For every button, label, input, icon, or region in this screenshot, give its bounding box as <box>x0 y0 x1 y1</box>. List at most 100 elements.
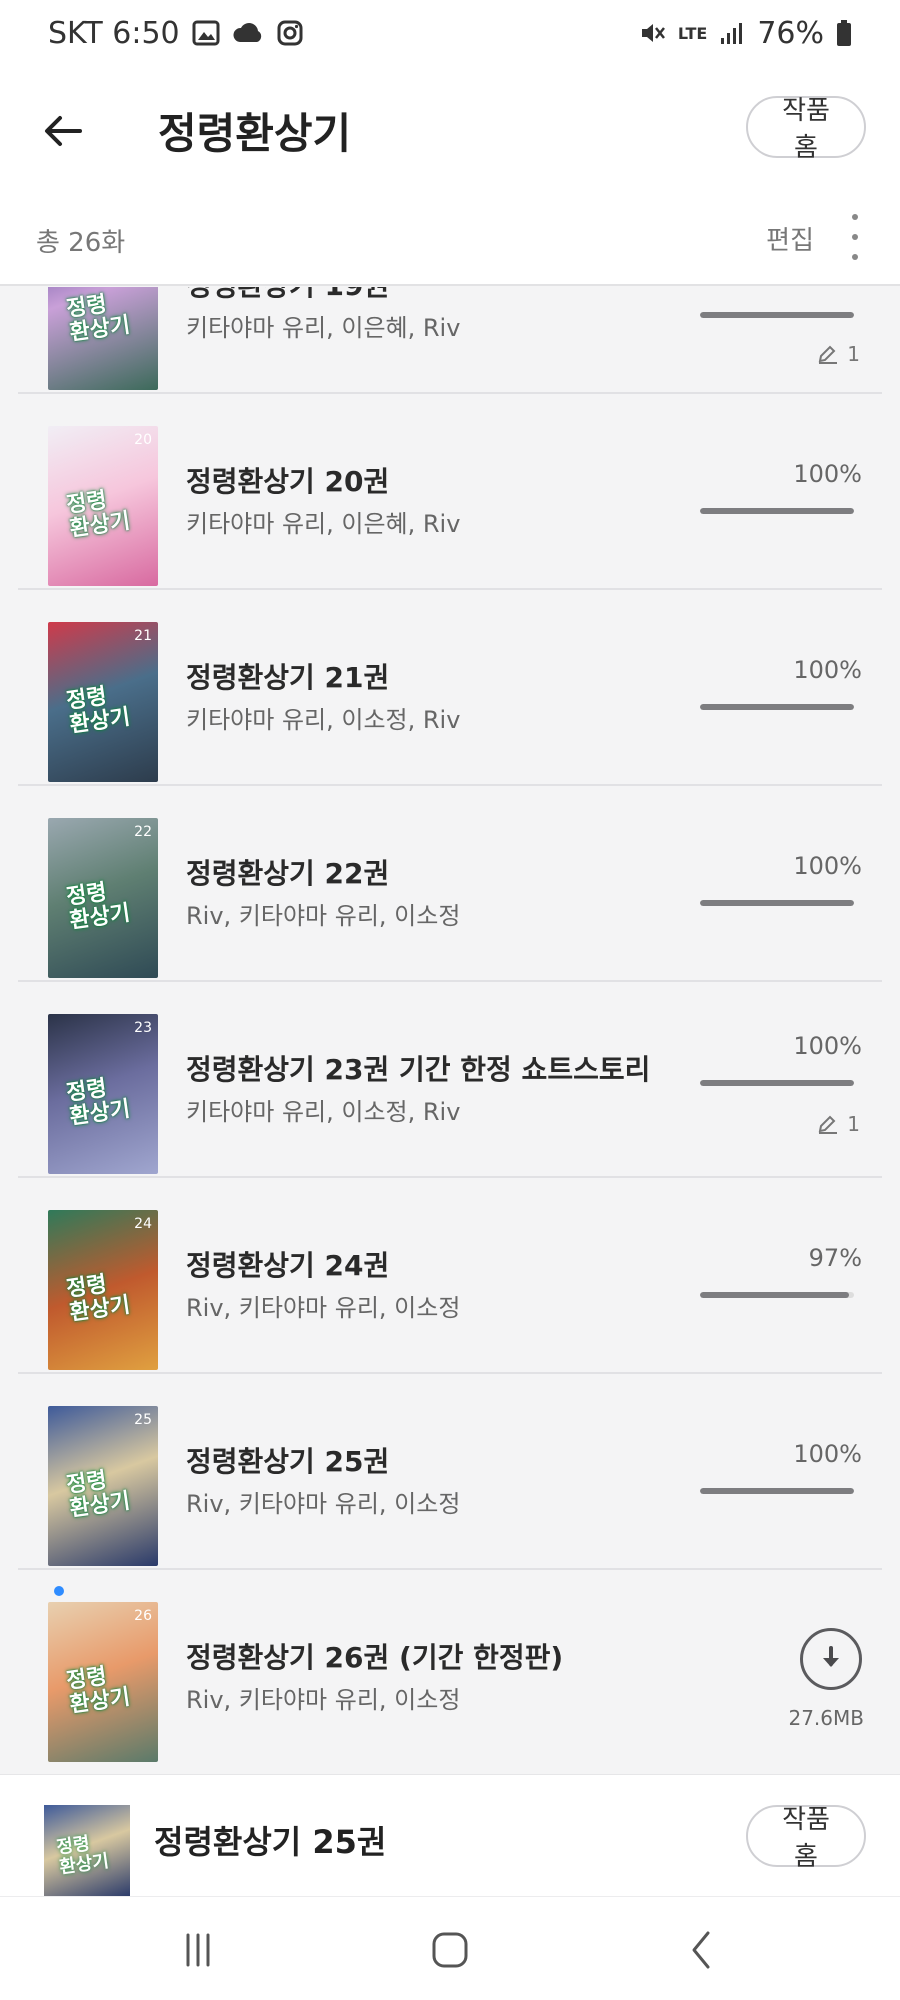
book-title: 정령환상기 22권 <box>186 857 390 890</box>
memo-count-value: 1 <box>847 342 860 366</box>
cover-volume-number: 24 <box>134 1216 152 1232</box>
read-progress-fill <box>700 900 854 906</box>
home-button[interactable] <box>420 1925 480 1975</box>
list-item[interactable]: 19 정령 환상기 정령환상기 19권 키타야마 유리, 이은혜, Riv 1 <box>18 287 882 394</box>
status-left: SKT 6:50 <box>48 16 304 51</box>
page-title: 정령환상기 <box>158 109 352 158</box>
cover-volume-number: 22 <box>134 824 152 840</box>
book-author: 키타야마 유리, 이은혜, Riv <box>186 510 461 538</box>
cover-volume-number: 20 <box>134 432 152 448</box>
cover-volume-number: 21 <box>134 628 152 644</box>
back-button[interactable] <box>38 106 88 156</box>
series-home-button[interactable]: 작품 홈 <box>746 96 866 163</box>
list-item[interactable]: 22 정령 환상기 정령환상기 22권 Riv, 키타야마 유리, 이소정 10… <box>18 786 882 982</box>
list-item[interactable]: 25 정령 환상기 정령환상기 25권 Riv, 키타야마 유리, 이소정 10… <box>18 1374 882 1570</box>
new-badge-dot <box>54 1586 64 1596</box>
book-title: 정령환상기 25권 <box>186 1445 390 1478</box>
instagram-icon <box>277 20 303 46</box>
read-percent: 100% <box>793 656 862 684</box>
book-cover: 23 정령 환상기 <box>48 1014 158 1174</box>
memo-count[interactable]: 1 <box>817 1112 860 1136</box>
list-item[interactable]: 20 정령 환상기 정령환상기 20권 키타야마 유리, 이은혜, Riv 10… <box>18 394 882 590</box>
read-percent: 100% <box>793 1440 862 1468</box>
download-size: 27.6MB <box>788 1706 864 1730</box>
read-progress-fill <box>700 1292 850 1298</box>
cover-logo: 정령 환상기 <box>64 1271 132 1326</box>
book-cover: 19 정령 환상기 <box>48 287 158 390</box>
read-progress-fill <box>700 1080 854 1086</box>
memo-count-value: 1 <box>847 1112 860 1136</box>
read-progress-fill <box>700 704 854 710</box>
book-title: 정령환상기 19권 <box>186 287 389 304</box>
gallery-icon <box>192 20 220 46</box>
carrier-time: SKT 6:50 <box>48 15 180 51</box>
download-button[interactable] <box>800 1628 862 1690</box>
book-title: 정령환상기 24권 <box>186 1249 390 1282</box>
arrow-left-icon <box>45 116 82 146</box>
network-label: LTE <box>677 23 708 43</box>
pencil-icon <box>818 345 838 364</box>
book-title: 정령환상기 26권 (기간 한정판) <box>186 1641 564 1674</box>
more-vertical-icon[interactable] <box>848 214 862 260</box>
book-author: 키타야마 유리, 이소정, Riv <box>186 706 461 734</box>
read-percent: 97% <box>808 1244 862 1272</box>
system-back-button[interactable] <box>672 1925 732 1975</box>
download-icon <box>823 1646 839 1667</box>
cloud-icon <box>233 23 261 42</box>
list-item[interactable]: 23 정령 환상기 정령환상기 23권 기간 한정 쇼트스토리 키타야마 유리,… <box>18 982 882 1178</box>
volume-list: 19 정령 환상기 정령환상기 19권 키타야마 유리, 이은혜, Riv 1 … <box>0 287 900 1774</box>
system-nav-bar <box>0 1896 900 2000</box>
read-progress-bar <box>700 312 854 318</box>
status-right: LTE 76% <box>638 16 852 51</box>
cover-volume-number: 25 <box>134 1412 152 1428</box>
current-book-cover: 정령 환상기 <box>44 1805 130 1897</box>
mute-icon <box>641 24 665 42</box>
memo-count[interactable]: 1 <box>817 342 860 366</box>
book-author: 키타야마 유리, 이소정, Riv <box>186 1098 461 1126</box>
read-progress-bar <box>700 1488 854 1494</box>
cover-volume-number: 26 <box>134 1608 152 1624</box>
book-cover: 22 정령 환상기 <box>48 818 158 978</box>
read-progress-fill <box>700 1488 854 1494</box>
read-percent: 100% <box>793 460 862 488</box>
chevron-left-icon <box>692 1931 710 1969</box>
read-progress-bar <box>700 900 854 906</box>
read-progress-bar <box>700 1292 854 1298</box>
status-bar: SKT 6:50 LTE 76% <box>0 0 900 66</box>
cover-logo: 정령 환상기 <box>64 1663 132 1718</box>
series-home-button[interactable]: 작품 홈 <box>746 1805 866 1872</box>
book-author: Riv, 키타야마 유리, 이소정 <box>186 1686 461 1714</box>
read-percent: 100% <box>793 852 862 880</box>
cover-logo: 정령 환상기 <box>64 683 132 738</box>
cover-logo: 정령 환상기 <box>55 1833 111 1879</box>
list-item[interactable]: 24 정령 환상기 정령환상기 24권 Riv, 키타야마 유리, 이소정 97… <box>18 1178 882 1374</box>
cover-logo: 정령 환상기 <box>64 487 132 542</box>
edit-button[interactable]: 편집 <box>766 220 814 257</box>
read-percent: 100% <box>793 1032 862 1060</box>
pencil-icon <box>818 1115 838 1134</box>
cover-logo: 정령 환상기 <box>64 879 132 934</box>
list-item[interactable]: 26 정령 환상기 정령환상기 26권 (기간 한정판) Riv, 키타야마 유… <box>18 1570 882 1766</box>
book-author: Riv, 키타야마 유리, 이소정 <box>186 1294 461 1322</box>
book-author: Riv, 키타야마 유리, 이소정 <box>186 1490 461 1518</box>
current-book-title: 정령환상기 25권 <box>154 1823 387 1861</box>
home-icon <box>432 1932 468 1968</box>
cover-logo: 정령 환상기 <box>64 1467 132 1522</box>
cover-logo: 정령 환상기 <box>64 1075 132 1130</box>
list-subheader: 총 26화 편집 <box>0 194 900 286</box>
battery-icon <box>837 20 851 46</box>
book-cover: 24 정령 환상기 <box>48 1210 158 1370</box>
read-progress-fill <box>700 508 854 514</box>
book-title: 정령환상기 20권 <box>186 465 390 498</box>
signal-icon <box>721 23 743 44</box>
book-cover: 25 정령 환상기 <box>48 1406 158 1566</box>
read-progress-bar <box>700 704 854 710</box>
battery-percent: 76% <box>757 15 824 51</box>
read-progress-bar <box>700 1080 854 1086</box>
list-item[interactable]: 21 정령 환상기 정령환상기 21권 키타야마 유리, 이소정, Riv 10… <box>18 590 882 786</box>
current-reading-bar[interactable]: 정령 환상기 정령환상기 25권 작품 홈 <box>0 1774 900 1897</box>
book-cover: 21 정령 환상기 <box>48 622 158 782</box>
recent-apps-button[interactable] <box>168 1925 228 1975</box>
book-title: 정령환상기 21권 <box>186 661 390 694</box>
read-progress-bar <box>700 508 854 514</box>
